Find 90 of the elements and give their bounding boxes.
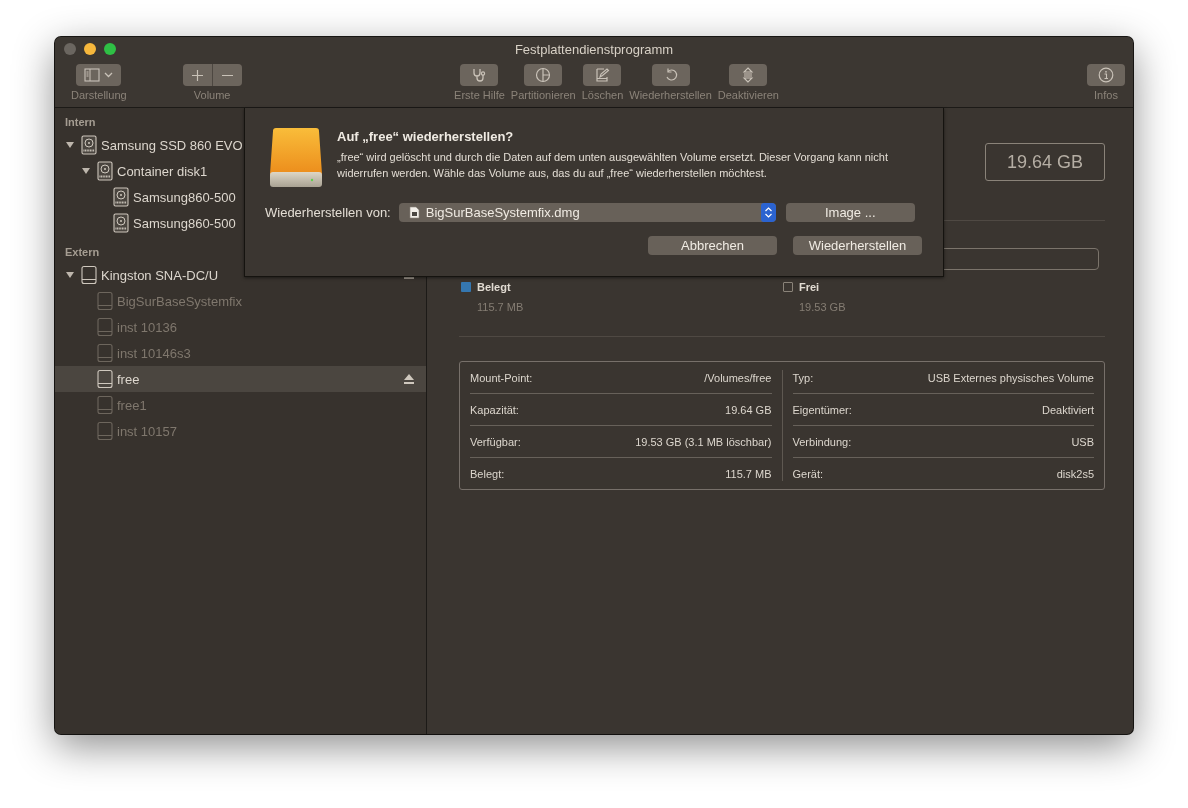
- stethoscope-icon: [471, 67, 488, 83]
- toolbar-button[interactable]: [1087, 64, 1125, 86]
- info-label: Belegt:: [470, 467, 505, 480]
- toolbar-button[interactable]: [729, 64, 768, 86]
- hard-drive-icon: [113, 187, 129, 207]
- hard-drive-icon: [97, 161, 113, 181]
- toolbar-label: Partitionieren: [510, 89, 576, 101]
- sidebar-icon: [84, 68, 101, 82]
- toolbar-label: Darstellung: [71, 89, 127, 101]
- sidebar-item[interactable]: free1: [55, 392, 426, 418]
- toolbar-button[interactable]: [524, 64, 563, 86]
- drive-icon: [97, 421, 113, 441]
- info-value: USB Externes physisches Volume: [927, 371, 1094, 384]
- info-value: disk2s5: [1056, 467, 1094, 480]
- info-label: Verfügbar:: [470, 435, 521, 448]
- info-value: USB: [1071, 435, 1094, 448]
- zoom-button[interactable]: [104, 43, 116, 55]
- dialog-title: Auf „free“ wiederherstellen?: [337, 129, 515, 144]
- toolbar-label: Deaktivieren: [717, 89, 779, 101]
- info-value: 115.7 MB: [725, 467, 772, 480]
- capacity-box: 19.64 GB: [985, 143, 1105, 181]
- legend-value: 19.53 GB: [798, 301, 847, 313]
- item-label: free: [117, 371, 140, 387]
- legend-value: 115.7 MB: [476, 301, 525, 313]
- toolbar-label: Löschen: [581, 89, 624, 101]
- info-label: Mount-Point:: [470, 371, 533, 384]
- dialog-button[interactable]: Wiederherstellen: [793, 236, 922, 255]
- minus-icon: [220, 73, 234, 77]
- drive-icon: [81, 265, 97, 285]
- item-label: Samsung860-500: [133, 189, 236, 205]
- info-value: 19.53 GB (3.1 MB löschbar): [635, 435, 772, 448]
- item-label: Container disk1: [117, 163, 208, 179]
- source-popup[interactable]: BigSurBaseSystemfix.dmg: [398, 203, 776, 222]
- external-drive-icon: [269, 128, 323, 188]
- view-button[interactable]: [76, 64, 122, 86]
- sidebar-item[interactable]: inst 10157: [55, 418, 426, 444]
- info-value: 19.64 GB: [725, 403, 772, 416]
- pencil-document-icon: [594, 67, 611, 83]
- toolbar-button[interactable]: [583, 64, 622, 86]
- legend-label: Belegt: [477, 281, 511, 293]
- section-header: Intern: [64, 115, 97, 130]
- sidebar-item[interactable]: inst 10146s3: [55, 340, 426, 366]
- section-header: Extern: [64, 245, 101, 260]
- info-label: Gerät:: [792, 467, 824, 480]
- drive-icon: [97, 291, 113, 311]
- item-label: inst 10146s3: [117, 345, 191, 361]
- info-value: Deaktiviert: [1042, 403, 1094, 416]
- item-label: Kingston SNA-DC/U: [101, 267, 219, 283]
- toolbar-label: Volume: [193, 89, 231, 101]
- plus-icon: [190, 68, 204, 82]
- item-label: inst 10157: [117, 423, 177, 439]
- sidebar-item[interactable]: BigSurBaseSystemfix: [55, 288, 426, 314]
- sidebar-item[interactable]: free: [55, 366, 426, 392]
- item-label: free1: [117, 397, 147, 413]
- item-label: Samsung860-500: [133, 215, 236, 231]
- hard-drive-icon: [113, 213, 129, 233]
- info-label: Typ:: [792, 371, 814, 384]
- item-label: inst 10136: [117, 319, 177, 335]
- stepper-icon: [760, 203, 776, 222]
- toolbar-button[interactable]: [651, 64, 690, 86]
- minimize-button[interactable]: [84, 43, 96, 55]
- sidebar-item[interactable]: inst 10136: [55, 314, 426, 340]
- stacked-triangles-icon: [741, 67, 756, 83]
- hard-drive-icon: [81, 135, 97, 155]
- document-icon: [408, 206, 420, 219]
- window-title: Festplattendienstprogramm: [514, 41, 674, 57]
- pie-chart-icon: [535, 67, 552, 83]
- legend-label: Frei: [799, 281, 820, 293]
- item-label: Samsung SSD 860 EVO: [101, 137, 243, 153]
- dialog-message: „free“ wird gelöscht und durch die Daten auf dem unten ausgewählten Volume ersetzt. Dieser Vorgang kann nicht widerrufen werden. Wähle das Volume aus, das du auf „free“ wiederherstellen möchtest.: [337, 150, 889, 181]
- info-label: Eigentümer:: [792, 403, 852, 416]
- toolbar-label: Wiederherstellen: [629, 89, 712, 101]
- add-button[interactable]: [182, 64, 212, 86]
- info-label: Kapazität:: [470, 403, 519, 416]
- image-button[interactable]: Image ...: [785, 203, 915, 222]
- sidebar-item[interactable]: Kingston SNA-DC/U: [55, 262, 426, 288]
- toolbar-button[interactable]: [460, 64, 499, 86]
- chevron-icon: [104, 72, 114, 78]
- info-value: /Volumes/free: [704, 371, 772, 384]
- toolbar-label: Infos: [1094, 89, 1118, 101]
- drive-icon: [97, 369, 113, 389]
- drive-icon: [97, 317, 113, 337]
- drive-icon: [97, 343, 113, 363]
- drive-icon: [97, 395, 113, 415]
- item-label: BigSurBaseSystemfix: [117, 293, 242, 309]
- info-icon: [1098, 67, 1114, 83]
- toolbar-label: Erste Hilfe: [454, 89, 505, 101]
- field-label: Wiederherstellen von:: [265, 205, 391, 220]
- dialog-button[interactable]: Abbrechen: [648, 236, 777, 255]
- info-label: Verbindung:: [792, 435, 852, 448]
